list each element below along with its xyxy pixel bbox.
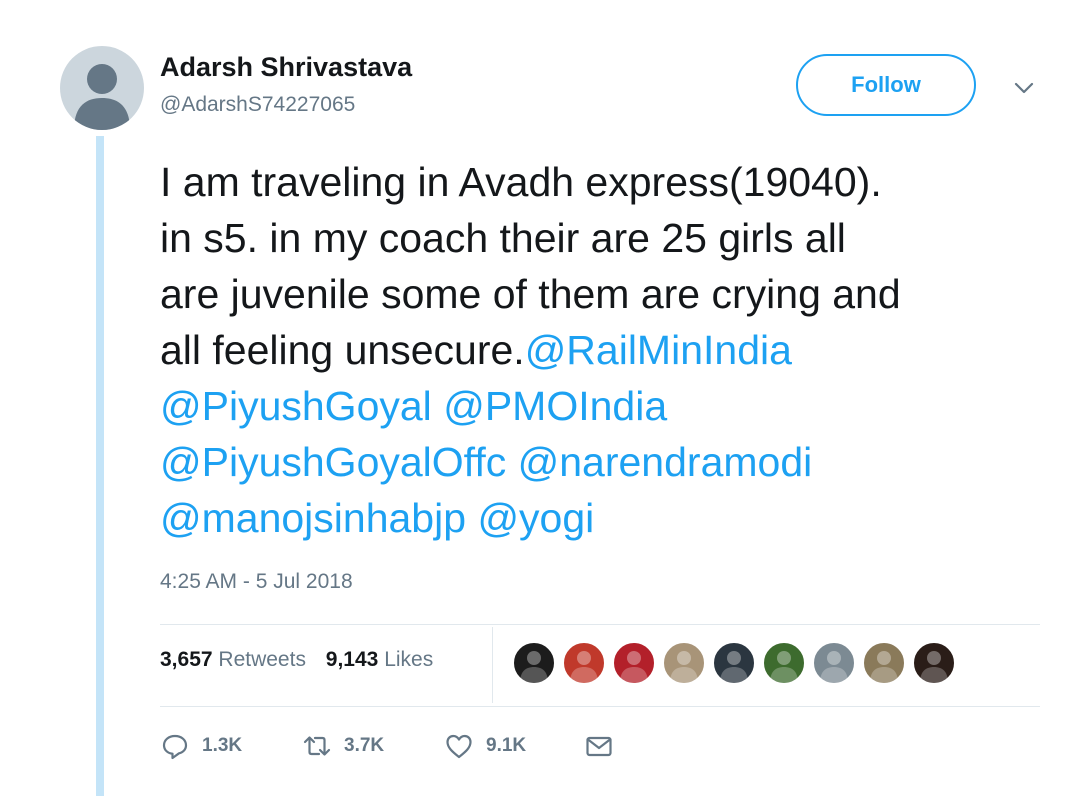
tweet-text-segment: I am traveling in Avadh express(19040). <box>160 159 882 205</box>
follow-button[interactable]: Follow <box>796 54 976 116</box>
mention-link[interactable]: @PMOIndia <box>443 383 667 429</box>
liker-avatar[interactable] <box>562 641 606 685</box>
liker-avatar[interactable] <box>762 641 806 685</box>
default-avatar-icon <box>74 64 130 130</box>
liker-avatar[interactable] <box>712 641 756 685</box>
liker-avatar[interactable] <box>512 641 556 685</box>
liker-avatar[interactable] <box>812 641 856 685</box>
mention-link[interactable]: @yogi <box>477 495 594 541</box>
mention-link[interactable]: @PiyushGoyalOffc <box>160 439 506 485</box>
liker-avatar[interactable] <box>862 641 906 685</box>
tweet-text-line: I am traveling in Avadh express(19040). <box>160 154 1060 210</box>
tweet-text-segment: in s5. in my coach their are 25 girls al… <box>160 215 846 261</box>
likes-label: Likes <box>384 648 434 671</box>
mention-link[interactable]: @RailMinIndia <box>525 327 792 373</box>
tweet-text-line: are juvenile some of them are crying and <box>160 266 1060 322</box>
likes-count: 9,143 <box>325 648 379 671</box>
like-count: 9.1K <box>486 735 527 756</box>
tweet-timestamp[interactable]: 4:25 AM - 5 Jul 2018 <box>160 570 353 594</box>
more-options-chevron-down-icon[interactable] <box>1010 74 1038 102</box>
reply-count: 1.3K <box>202 735 243 756</box>
tweet-text-line: @manojsinhabjp @yogi <box>160 490 1060 546</box>
divider-bottom <box>160 706 1040 707</box>
retweet-icon <box>303 736 331 756</box>
retweet-count: 3.7K <box>344 735 385 756</box>
direct-message-button[interactable] <box>584 726 614 766</box>
likes-stat[interactable]: 9,143 Likes <box>326 648 433 672</box>
tweet-text-segment <box>506 439 517 485</box>
envelope-icon <box>586 736 612 757</box>
retweets-label: Retweets <box>218 648 306 671</box>
reply-icon <box>162 734 188 760</box>
tweet-text-segment: all feeling unsecure. <box>160 327 525 373</box>
mention-link[interactable]: @manojsinhabjp <box>160 495 466 541</box>
tweet-text-line: all feeling unsecure.@RailMinIndia <box>160 322 1060 378</box>
tweet-text-line: @PiyushGoyalOffc @narendramodi <box>160 434 1060 490</box>
mention-link[interactable]: @PiyushGoyal <box>160 383 432 429</box>
tweet-text-line: in s5. in my coach their are 25 girls al… <box>160 210 1060 266</box>
author-avatar[interactable] <box>60 46 144 130</box>
tweet-text-line: @PiyushGoyal @PMOIndia <box>160 378 1060 434</box>
divider-top <box>160 624 1040 625</box>
mention-link[interactable]: @narendramodi <box>518 439 813 485</box>
liker-avatar[interactable] <box>612 641 656 685</box>
thread-connector <box>96 136 104 796</box>
retweets-count: 3,657 <box>160 648 213 671</box>
like-button[interactable]: 9.1K <box>444 726 526 766</box>
tweet-text-segment <box>432 383 443 429</box>
retweet-button[interactable]: 3.7K <box>302 726 384 766</box>
liker-avatar[interactable] <box>662 641 706 685</box>
author-handle[interactable]: @AdarshS74227065 <box>160 93 355 117</box>
tweet-text-segment <box>466 495 477 541</box>
liker-avatar[interactable] <box>912 641 956 685</box>
tweet-text-segment: are juvenile some of them are crying and <box>160 271 901 317</box>
stats-divider <box>492 627 493 703</box>
tweet-text: I am traveling in Avadh express(19040). i… <box>160 154 1060 546</box>
retweets-stat[interactable]: 3,657 Retweets <box>160 648 306 672</box>
author-name[interactable]: Adarsh Shrivastava <box>160 52 412 83</box>
heart-icon <box>446 734 472 759</box>
engagement-stats: 3,657 Retweets 9,143 Likes <box>160 648 447 672</box>
reply-button[interactable]: 1.3K <box>160 726 242 766</box>
